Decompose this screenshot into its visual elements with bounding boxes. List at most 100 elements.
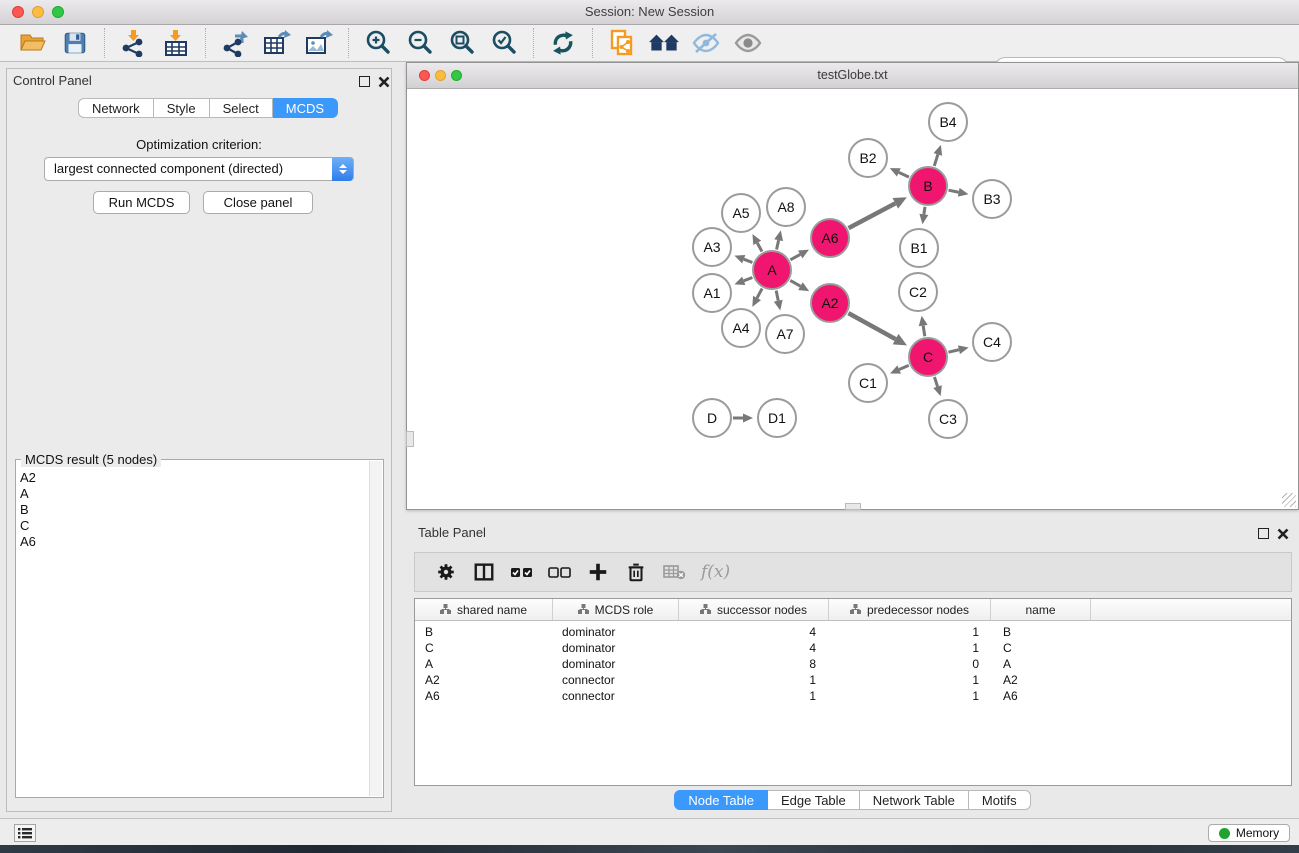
table-row[interactable]: A2connector11A2 [415, 672, 1291, 688]
table-panel: Table Panel f(x) shared nameMCDS rolesuc… [406, 518, 1299, 816]
zoom-view-icon[interactable] [451, 70, 462, 81]
run-mcds-button[interactable]: Run MCDS [93, 191, 190, 214]
arrowhead-icon [734, 255, 745, 263]
node-label: C [923, 349, 933, 365]
table-cell: 1 [679, 673, 829, 687]
table-row[interactable]: Bdominator41B [415, 624, 1291, 640]
duplicate-network-icon[interactable] [607, 28, 637, 58]
attribute-type-icon [700, 603, 711, 617]
save-session-icon[interactable] [60, 28, 90, 58]
edge-A-A3[interactable] [744, 259, 753, 262]
export-network-icon[interactable] [220, 28, 250, 58]
zoom-window-icon[interactable] [52, 6, 64, 18]
tab-network[interactable]: Network [78, 98, 154, 118]
export-image-icon[interactable] [304, 28, 334, 58]
table-row[interactable]: Adominator80A [415, 656, 1291, 672]
export-table-icon[interactable] [262, 28, 292, 58]
tab-node-table[interactable]: Node Table [674, 790, 768, 810]
zoom-out-icon[interactable] [405, 28, 435, 58]
memory-button[interactable]: Memory [1208, 824, 1290, 842]
column-header-successor-nodes[interactable]: successor nodes [679, 599, 829, 620]
home-icon[interactable] [649, 28, 679, 58]
hide-details-icon[interactable] [691, 28, 721, 58]
result-item[interactable]: A [20, 486, 36, 502]
resize-grip-icon[interactable] [1282, 493, 1296, 507]
close-view-icon[interactable] [419, 70, 430, 81]
tab-motifs[interactable]: Motifs [969, 790, 1031, 810]
zoom-in-icon[interactable] [363, 28, 393, 58]
node-label: A7 [776, 326, 793, 342]
close-window-icon[interactable] [12, 6, 24, 18]
table-cell: 1 [829, 641, 991, 655]
minimize-view-icon[interactable] [435, 70, 446, 81]
edge-A-A8[interactable] [777, 240, 779, 249]
deselect-all-icon[interactable] [547, 559, 573, 585]
mcds-result-box: MCDS result (5 nodes) A2ABCA6 [15, 459, 384, 798]
node-label: B2 [859, 150, 876, 166]
edge-A-A4[interactable] [757, 289, 762, 298]
column-header-name[interactable]: name [991, 599, 1091, 620]
edge-A-A2[interactable] [790, 280, 800, 286]
delete-table-icon[interactable] [661, 559, 687, 585]
table-cell: C [415, 641, 553, 655]
open-session-icon[interactable] [18, 28, 48, 58]
result-item[interactable]: A2 [20, 470, 36, 486]
edge-C-C2[interactable] [923, 326, 925, 337]
splitter-grip[interactable] [406, 431, 414, 447]
result-item[interactable]: B [20, 502, 36, 518]
select-all-icon[interactable] [509, 559, 535, 585]
result-item[interactable]: C [20, 518, 36, 534]
float-table-panel-icon[interactable] [1258, 528, 1269, 539]
main-toolbar [0, 25, 1299, 62]
zoom-fit-icon[interactable] [447, 28, 477, 58]
table-row[interactable]: Cdominator41C [415, 640, 1291, 656]
edge-A-A7[interactable] [776, 291, 778, 301]
tab-select[interactable]: Select [210, 98, 273, 118]
close-table-panel-icon[interactable] [1277, 527, 1289, 539]
import-table-icon[interactable] [161, 28, 191, 58]
function-builder-icon[interactable]: f(x) [701, 562, 730, 582]
settings-gear-icon[interactable] [433, 559, 459, 585]
column-header-shared-name[interactable]: shared name [415, 599, 553, 620]
minimize-window-icon[interactable] [32, 6, 44, 18]
table-row[interactable]: A6connector11A6 [415, 688, 1291, 704]
edge-B-B3[interactable] [949, 190, 959, 192]
column-header-predecessor-nodes[interactable]: predecessor nodes [829, 599, 991, 620]
edge-A6-B[interactable] [849, 203, 896, 228]
tab-network-table[interactable]: Network Table [860, 790, 969, 810]
close-panel-button[interactable]: Close panel [203, 191, 313, 214]
close-panel-icon[interactable] [378, 75, 390, 87]
delete-column-icon[interactable] [623, 559, 649, 585]
tab-mcds[interactable]: MCDS [273, 98, 338, 118]
column-layout-icon[interactable] [471, 559, 497, 585]
criterion-dropdown[interactable]: largest connected component (directed) [44, 157, 354, 181]
refresh-icon[interactable] [548, 28, 578, 58]
criterion-value: largest connected component (directed) [54, 161, 283, 176]
edge-B-B1[interactable] [924, 207, 925, 215]
edge-A-A1[interactable] [744, 278, 753, 281]
edge-B-B2[interactable] [899, 172, 909, 177]
network-graph-canvas[interactable]: B4B2BB3A8A5A6B1A3AA1C2A2A4A7C4CC1C3DD1 [407, 89, 1298, 510]
float-panel-icon[interactable] [359, 76, 370, 87]
tab-style[interactable]: Style [154, 98, 210, 118]
panel-list-button[interactable] [14, 824, 36, 842]
tab-edge-table[interactable]: Edge Table [768, 790, 860, 810]
zoom-selected-icon[interactable] [489, 28, 519, 58]
add-column-icon[interactable] [585, 559, 611, 585]
result-scrollbar[interactable] [369, 461, 382, 796]
edge-C-C4[interactable] [948, 350, 958, 352]
node-label: A2 [821, 295, 838, 311]
edge-A-A6[interactable] [790, 254, 800, 259]
node-label: A4 [732, 320, 749, 336]
result-item[interactable]: A6 [20, 534, 36, 550]
column-header-MCDS-role[interactable]: MCDS role [553, 599, 679, 620]
import-network-icon[interactable] [119, 28, 149, 58]
edge-C-C3[interactable] [934, 377, 937, 387]
node-label: B [923, 178, 932, 194]
show-details-icon[interactable] [733, 28, 763, 58]
edge-A2-C[interactable] [848, 313, 895, 339]
edge-A-A5[interactable] [757, 243, 762, 252]
edge-B-B4[interactable] [934, 154, 938, 166]
splitter-grip[interactable] [845, 503, 861, 510]
edge-C-C1[interactable] [899, 365, 909, 369]
